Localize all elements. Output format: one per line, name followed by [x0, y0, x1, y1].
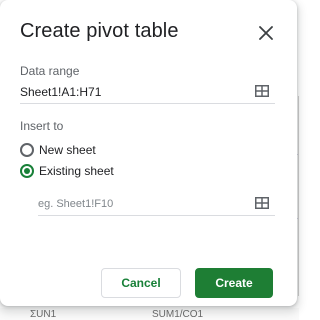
new-sheet-label[interactable]: New sheet [39, 143, 96, 157]
existing-sheet-radio[interactable] [20, 164, 34, 178]
data-range-input[interactable]: Sheet1!A1:H71 [20, 85, 101, 99]
location-input[interactable]: eg. Sheet1!F10 [38, 198, 113, 210]
backdrop-cell-text: SUM1/CO1 [152, 309, 204, 320]
insert-to-label: Insert to [20, 119, 64, 133]
close-icon [259, 26, 273, 40]
data-range-underline [20, 103, 275, 104]
dialog-title: Create pivot table [20, 20, 179, 42]
data-range-label: Data range [20, 64, 80, 78]
cancel-button[interactable]: Cancel [101, 268, 181, 298]
grid-select-icon[interactable] [255, 85, 269, 97]
backdrop-cell-text: ΣUN1 [30, 309, 57, 320]
create-button[interactable]: Create [195, 268, 273, 298]
close-button[interactable] [253, 20, 279, 46]
create-pivot-table-dialog: Create pivot table Data range Sheet1!A1:… [0, 0, 297, 306]
location-underline [38, 215, 275, 216]
backdrop-bottom-strip: ΣUN1 SUM1/CO1 [0, 308, 299, 320]
backdrop-column-border [298, 96, 299, 296]
grid-select-icon[interactable] [255, 197, 269, 209]
existing-sheet-label[interactable]: Existing sheet [39, 164, 114, 178]
new-sheet-radio[interactable] [20, 143, 34, 157]
